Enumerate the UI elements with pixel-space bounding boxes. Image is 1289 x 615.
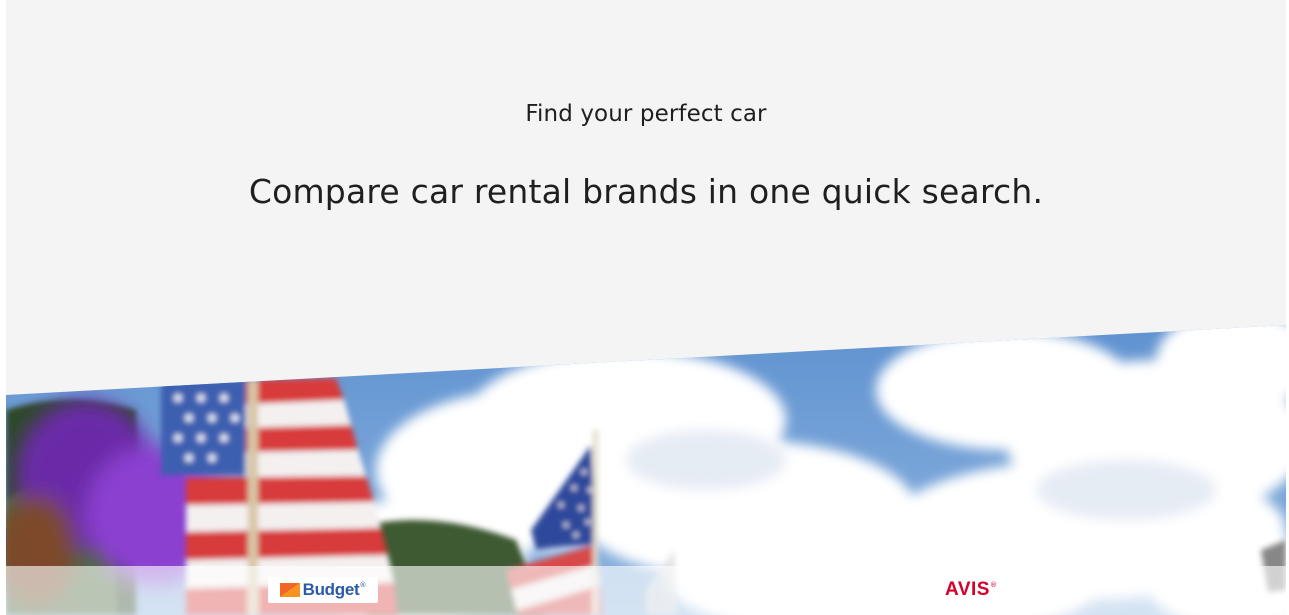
avis-logo-text: AVIS — [945, 579, 990, 600]
brand-logo-strip: Budget ® AVIS ® — [6, 566, 1286, 615]
avis-registered-mark: ® — [989, 581, 997, 589]
budget-logo-text: Budget — [302, 580, 360, 599]
budget-logo[interactable]: Budget ® — [268, 577, 378, 603]
page-frame: Find your perfect car Compare car rental… — [6, 0, 1286, 615]
hero-eyebrow: Find your perfect car — [525, 101, 767, 127]
avis-logo[interactable]: AVIS ® — [916, 577, 1026, 603]
hero-headline: Compare car rental brands in one quick s… — [248, 172, 1044, 211]
budget-logo-icon — [279, 583, 300, 597]
budget-registered-mark: ® — [359, 581, 367, 589]
